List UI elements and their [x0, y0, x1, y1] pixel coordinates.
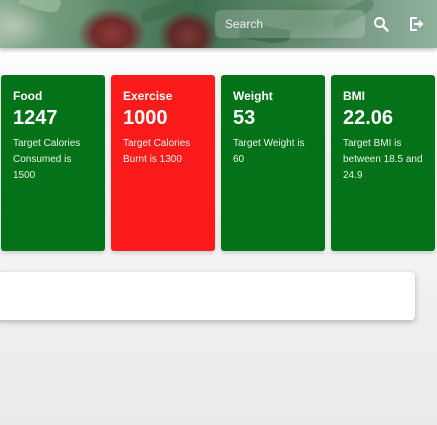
bmi-value: 22.06 [343, 107, 394, 129]
bmi-description: Target BMI is between 18.5 and 24.9 [343, 138, 423, 181]
food-card[interactable]: Food 1247 Target Calories Consumed is 15… [1, 75, 105, 251]
dashboard-page: Search Food 1247 Target Calories Consume… [0, 0, 437, 425]
bmi-card[interactable]: BMI 22.06 Target BMI is between 18.5 and… [331, 75, 435, 251]
exercise-value: 1000 [123, 107, 168, 129]
header-banner: Search [0, 0, 437, 48]
weight-label: Weight [233, 89, 273, 103]
bmi-label: BMI [343, 89, 365, 103]
weight-card[interactable]: Weight 53 Target Weight is 60 [221, 75, 325, 251]
exercise-card[interactable]: Exercise 1000 Target Calories Burnt is 1… [111, 75, 215, 251]
content-panel [0, 272, 415, 320]
weight-description: Target Weight is 60 [233, 138, 305, 165]
food-description: Target Calories Consumed is 1500 [13, 138, 81, 181]
leaf-decoration [138, 0, 186, 24]
exercise-description: Target Calories Burnt is 1300 [123, 138, 191, 165]
logout-icon[interactable] [404, 12, 428, 36]
food-label: Food [13, 89, 43, 103]
leaf-decoration [18, 0, 62, 17]
weight-value: 53 [233, 107, 256, 129]
exercise-label: Exercise [123, 89, 173, 103]
search-icon[interactable] [369, 12, 393, 36]
food-value: 1247 [13, 107, 58, 129]
search-input[interactable]: Search [215, 10, 365, 38]
